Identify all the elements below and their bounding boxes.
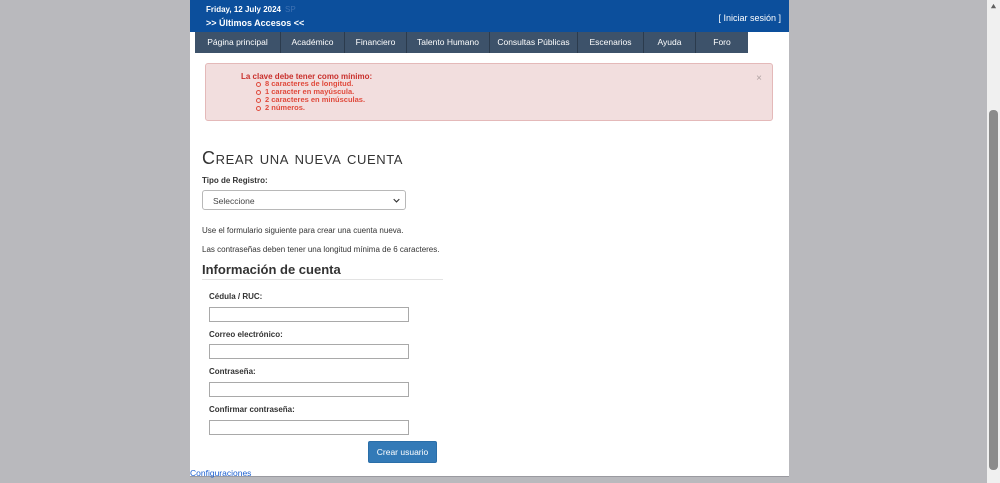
tipo-registro-select[interactable]: Seleccione (202, 190, 406, 210)
menu-item-escenarios[interactable]: Escenarios (578, 32, 644, 53)
email-label: Correo electrónico: (209, 330, 283, 339)
close-icon[interactable]: × (756, 73, 762, 84)
cedula-label: Cédula / RUC: (209, 292, 263, 301)
cedula-input[interactable] (209, 307, 409, 322)
email-input[interactable] (209, 344, 409, 359)
password-requirements-alert: La clave debe tener como mínimo: 8 carac… (205, 63, 773, 121)
page-title: Crear una nueva cuenta (202, 148, 404, 168)
password-length-note: Las contraseñas deben tener una longitud… (202, 245, 440, 254)
form-instructions: Use el formulario siguiente para crear u… (202, 226, 404, 235)
menu-item-talento-humano[interactable]: Talento Humano (407, 32, 490, 53)
chevron-down-icon (393, 198, 400, 203)
menu-item-ayuda[interactable]: Ayuda (644, 32, 696, 53)
confirm-password-label: Confirmar contraseña: (209, 405, 295, 414)
header-date-text: Friday, 12 July 2024 (206, 5, 282, 14)
page-container: Friday, 12 July 2024 SP >> Últimos Acceso… (190, 0, 789, 478)
ultimos-accesos-link[interactable]: >> Últimos Accesos << (206, 18, 304, 28)
chevron-up-icon[interactable] (990, 3, 997, 10)
section-heading-account: Información de cuenta (202, 262, 443, 280)
menu-item-foro[interactable]: Foro (696, 32, 748, 53)
menu-item-financiero[interactable]: Financiero (345, 32, 407, 53)
configuraciones-link[interactable]: Configuraciones (190, 468, 251, 478)
menu-item-consultas-publicas[interactable]: Consultas Públicas (490, 32, 578, 53)
alert-item: 2 números. (256, 104, 365, 112)
scrollbar-thumb[interactable] (989, 110, 998, 470)
password-label: Contraseña: (209, 367, 256, 376)
create-user-button[interactable]: Crear usuario (368, 441, 437, 463)
header-date-suffix: SP (285, 5, 296, 14)
main-menu: Página principal Académico Financiero Ta… (195, 32, 748, 53)
vertical-scrollbar[interactable] (987, 0, 1000, 483)
confirm-password-input[interactable] (209, 420, 409, 435)
password-input[interactable] (209, 382, 409, 397)
alert-list: 8 caracteres de longitud. 1 caracter en … (256, 80, 365, 112)
header-bar: Friday, 12 July 2024 SP >> Últimos Acceso… (190, 0, 789, 32)
header-date: Friday, 12 July 2024 SP (206, 5, 296, 14)
login-link[interactable]: [ Iniciar sesión ] (718, 13, 781, 23)
menu-item-pagina-principal[interactable]: Página principal (195, 32, 281, 53)
tipo-registro-selected: Seleccione (213, 196, 255, 206)
menu-item-academico[interactable]: Académico (281, 32, 345, 53)
tipo-registro-label: Tipo de Registro: (202, 176, 268, 185)
